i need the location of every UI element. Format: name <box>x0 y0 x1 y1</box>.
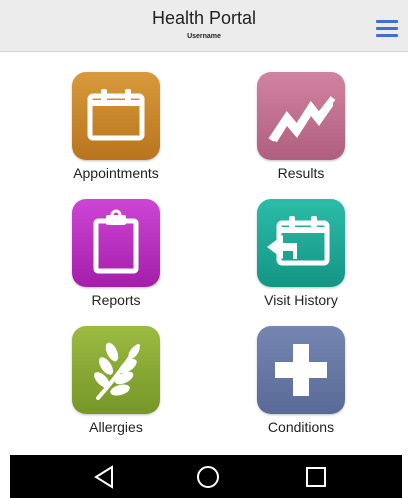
results-tile[interactable]: Results <box>231 72 371 192</box>
back-triangle-icon[interactable] <box>90 463 118 491</box>
visit-history-label: Visit History <box>264 292 338 308</box>
reports-tile[interactable]: Reports <box>46 199 186 319</box>
visit-history-tile[interactable]: Visit History <box>231 199 371 319</box>
reports-label: Reports <box>91 292 141 308</box>
clipboard-icon <box>72 199 160 287</box>
tile-grid: Appointments Results Reports Visit Histo… <box>0 52 408 454</box>
wheat-icon <box>72 326 160 414</box>
app-header: Health Portal Username <box>0 0 408 52</box>
conditions-tile[interactable]: Conditions <box>231 326 371 446</box>
username-label: Username <box>187 33 221 40</box>
page-title: Health Portal <box>151 8 257 28</box>
android-nav-bar <box>10 455 402 498</box>
recents-square-icon[interactable] <box>302 463 330 491</box>
appointments-label: Appointments <box>73 165 159 181</box>
app-screen: Health Portal Username Appointments Resu… <box>0 0 408 498</box>
appointments-tile[interactable]: Appointments <box>46 72 186 192</box>
calendar-back-icon <box>257 199 345 287</box>
medical-cross-icon <box>257 326 345 414</box>
results-label: Results <box>277 165 325 181</box>
conditions-label: Conditions <box>267 419 335 435</box>
allergies-label: Allergies <box>89 419 143 435</box>
trend-chart-icon <box>257 72 345 160</box>
home-circle-icon[interactable] <box>194 463 222 491</box>
hamburger-menu-icon[interactable] <box>376 20 398 38</box>
calendar-icon <box>72 72 160 160</box>
allergies-tile[interactable]: Allergies <box>46 326 186 446</box>
